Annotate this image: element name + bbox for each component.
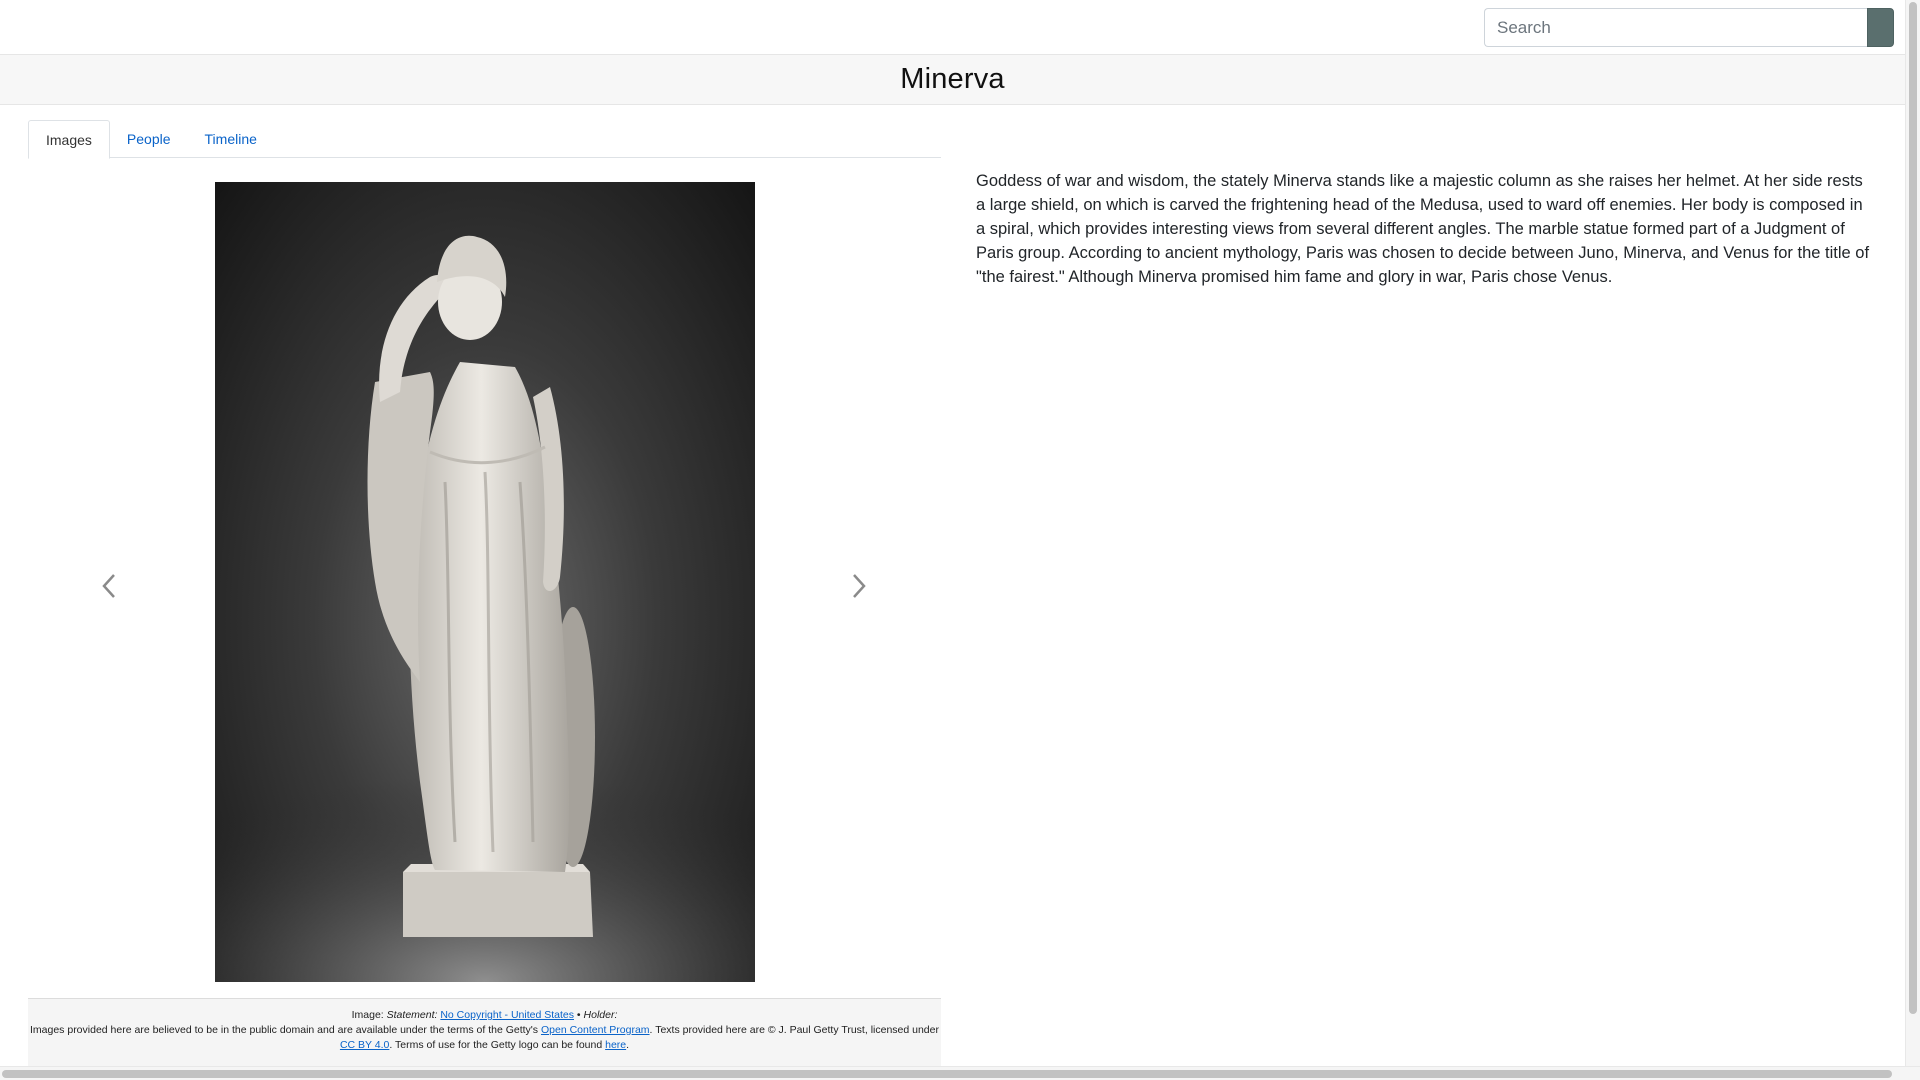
vertical-scrollbar[interactable] <box>1905 0 1920 1066</box>
horizontal-scrollbar[interactable] <box>0 1066 1920 1080</box>
getty-logo-terms-link[interactable]: here <box>605 1039 626 1051</box>
tab-people[interactable]: People <box>110 120 188 158</box>
tab-images[interactable]: Images <box>28 120 110 159</box>
caption-separator: • <box>574 1009 584 1021</box>
chevron-left-icon <box>102 574 115 598</box>
caption-text-4: . <box>626 1039 630 1051</box>
caption-text-3: . Terms of use for the Getty logo can be… <box>389 1039 606 1051</box>
search-input[interactable] <box>1484 8 1867 47</box>
open-content-program-link[interactable]: Open Content Program <box>541 1024 650 1036</box>
caption-image-prefix: Image: <box>351 1009 387 1021</box>
top-bar <box>0 0 1905 54</box>
no-copyright-link[interactable]: No Copyright - United States <box>440 1009 574 1021</box>
statue-image <box>215 182 755 982</box>
search-form <box>1484 8 1894 47</box>
search-button[interactable] <box>1867 8 1894 47</box>
caption-holder-label: Holder: <box>583 1009 618 1021</box>
caption-line-2: Images provided here are believed to be … <box>28 1023 941 1053</box>
tab-bar: Images People Timeline <box>28 120 941 159</box>
tab-timeline[interactable]: Timeline <box>188 120 274 158</box>
caption-line-1: Image: Statement: No Copyright - United … <box>28 1008 941 1023</box>
carousel-next-button[interactable] <box>844 566 874 606</box>
page-title: Minerva <box>900 63 1005 95</box>
cc-by-link[interactable]: CC BY 4.0 <box>340 1039 389 1051</box>
caption-statement-label: Statement: <box>386 1009 438 1021</box>
caption-text-1: Images provided here are believed to be … <box>30 1024 541 1036</box>
image-caption: Image: Statement: No Copyright - United … <box>28 998 941 1066</box>
title-bar: Minerva <box>0 54 1905 105</box>
horizontal-scroll-thumb[interactable] <box>2 1070 1892 1078</box>
caption-text-2: . Texts provided here are © J. Paul Gett… <box>649 1024 939 1036</box>
chevron-right-icon <box>853 574 866 598</box>
artwork-description: Goddess of war and wisdom, the stately M… <box>976 172 1870 286</box>
vertical-scroll-thumb[interactable] <box>1909 2 1917 1014</box>
page: Minerva Images People Timeline <box>0 0 1920 1080</box>
image-carousel <box>28 158 941 998</box>
carousel-prev-button[interactable] <box>94 566 124 606</box>
